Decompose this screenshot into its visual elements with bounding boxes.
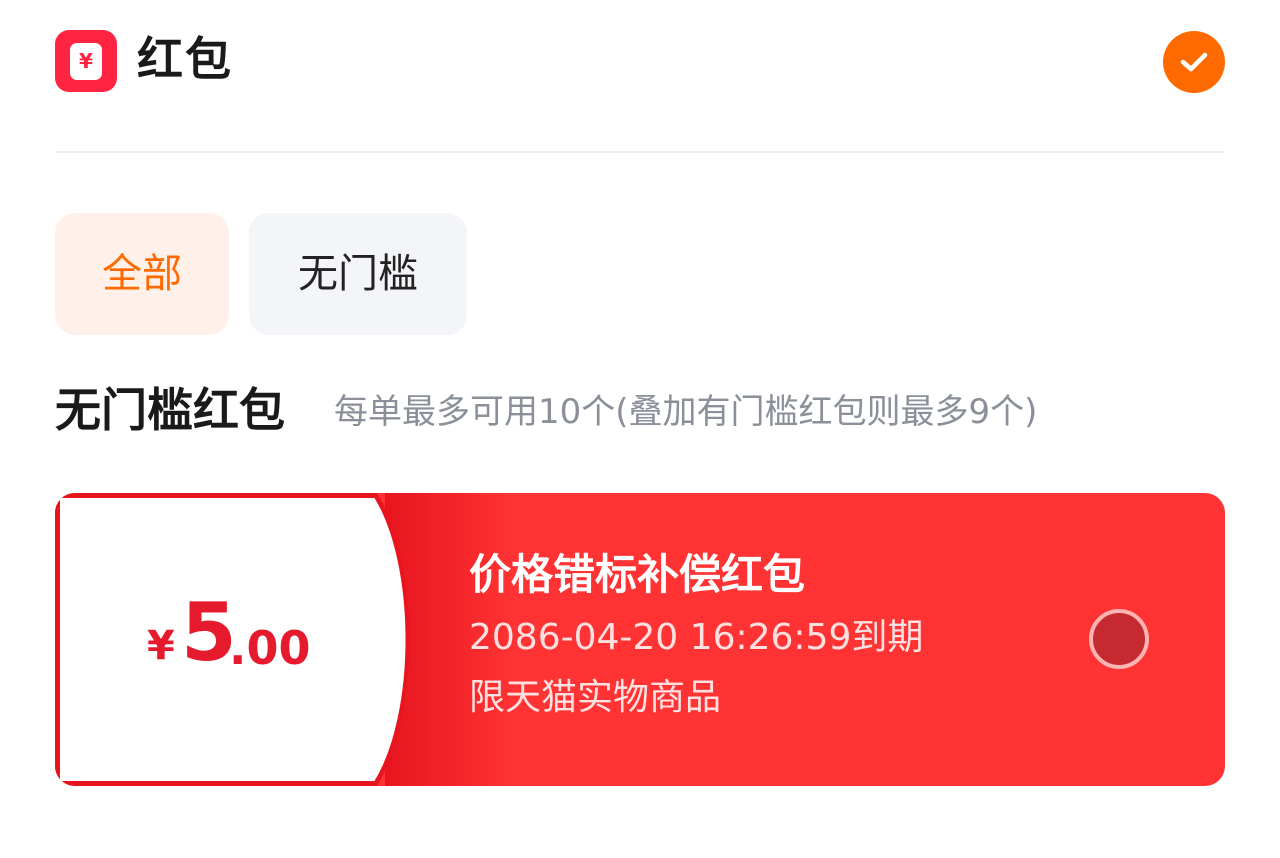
amount-decimal: .00: [229, 621, 311, 675]
filter-chip-no-threshold[interactable]: 无门槛: [249, 213, 467, 335]
coupon-name: 价格错标补偿红包: [469, 550, 806, 599]
page-title: 红包: [137, 32, 233, 86]
filter-chip-all[interactable]: 全部: [55, 213, 229, 335]
check-icon: [1180, 52, 1208, 72]
red-packet-icon: ¥: [55, 30, 117, 92]
yen-icon: ¥: [70, 43, 102, 80]
header-divider: [55, 151, 1225, 153]
section-hint: 每单最多可用10个(叠加有门槛红包则最多9个): [334, 392, 1038, 432]
coupon-scope: 限天猫实物商品: [469, 677, 722, 718]
coupon-select-radio[interactable]: [1089, 609, 1149, 669]
coupon-amount-panel: ¥ 5 .00: [55, 493, 515, 786]
currency-symbol: ¥: [147, 623, 175, 669]
header: ¥ 红包: [55, 24, 1225, 94]
section-title: 无门槛红包: [55, 383, 285, 437]
page: ¥ 红包 全部 无门槛 无门槛红包 每单最多可用10个(叠加有门槛红包则最多9个…: [0, 0, 1280, 858]
confirm-button[interactable]: [1163, 31, 1225, 93]
coupon-card[interactable]: ¥ 5 .00 价格错标补偿红包 2086-04-20 16:26:59到期 限…: [55, 493, 1225, 786]
coupon-amount: ¥ 5 .00: [147, 493, 447, 786]
coupon-expiry: 2086-04-20 16:26:59到期: [469, 617, 924, 658]
